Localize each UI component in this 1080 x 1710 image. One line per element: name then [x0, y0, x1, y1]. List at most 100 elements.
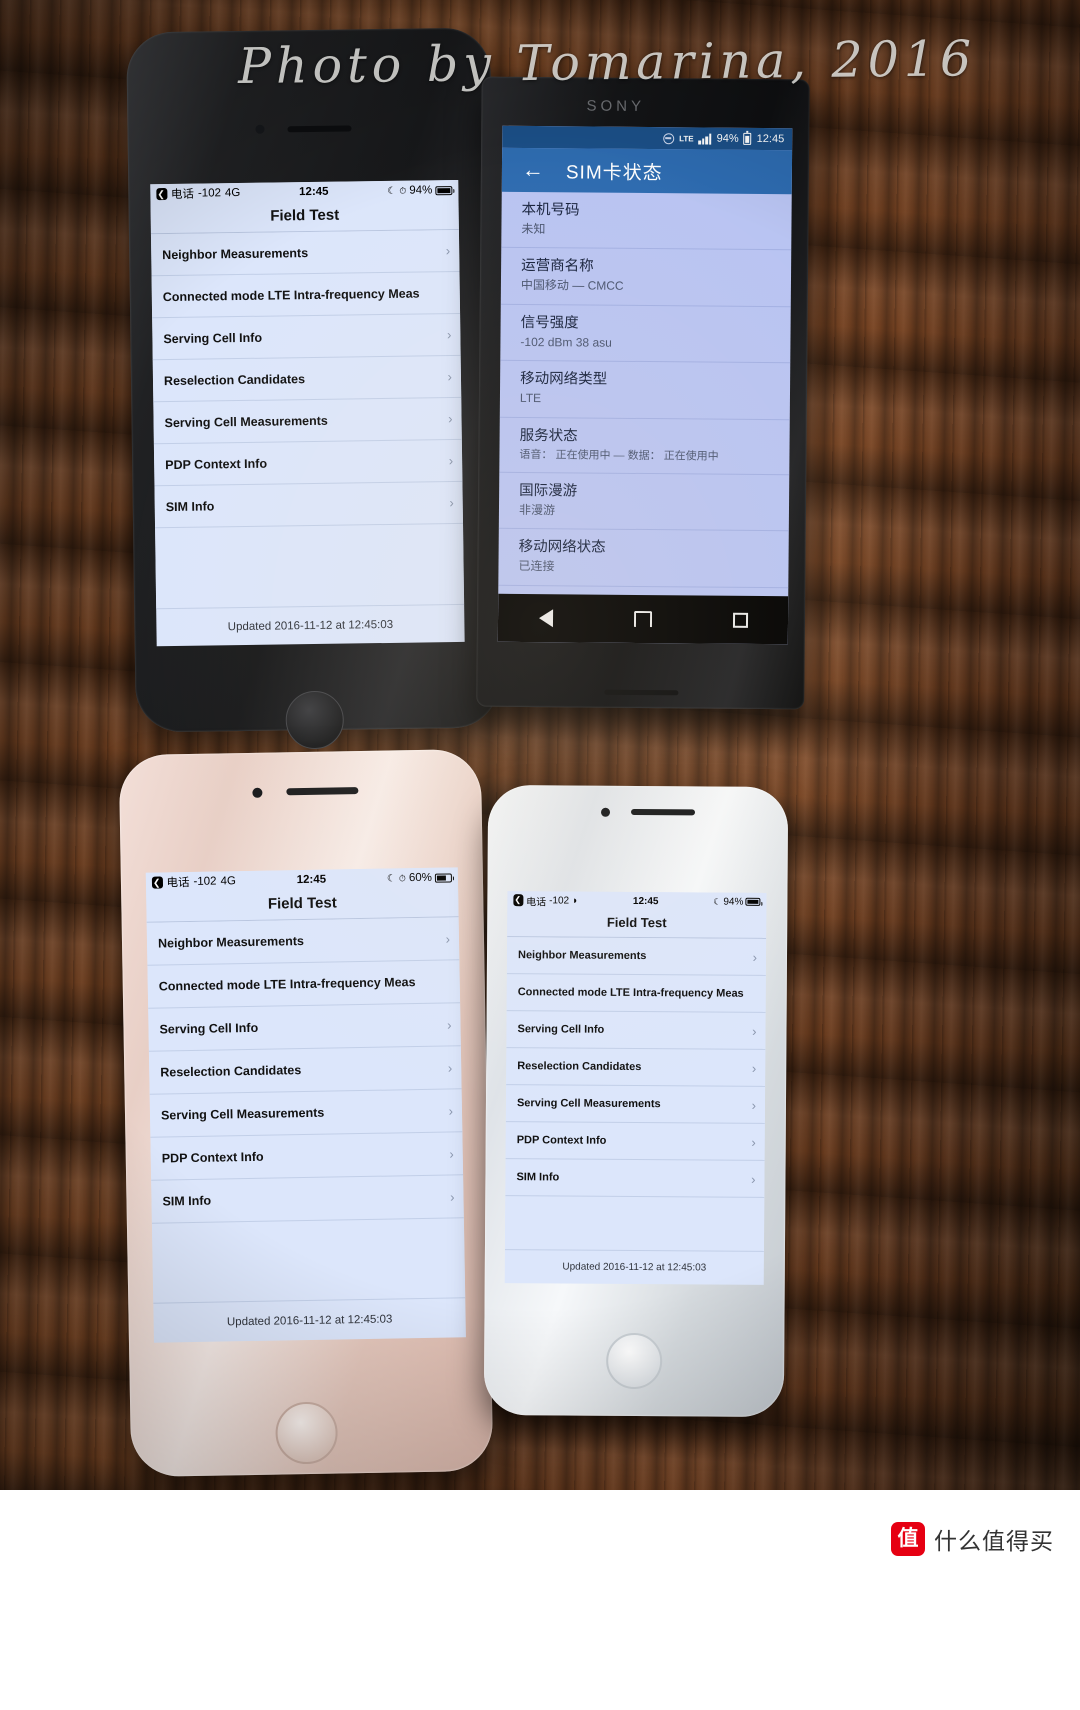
- front-camera: [252, 787, 263, 798]
- smzdm-badge-icon: 值: [891, 1522, 925, 1556]
- battery-percent-label: 60%: [408, 871, 433, 885]
- front-camera: [255, 124, 265, 134]
- alarm-clock-icon: ⏱: [399, 185, 407, 196]
- list-item[interactable]: PDP Context Info ›: [150, 1132, 464, 1181]
- list-item[interactable]: PDP Context Info ›: [505, 1122, 765, 1161]
- list-item[interactable]: Serving Cell Measurements ›: [505, 1085, 766, 1124]
- list-item[interactable]: PDP Context Info ›: [153, 439, 463, 487]
- list-item[interactable]: Serving Cell Info ›: [506, 1011, 766, 1050]
- list-item[interactable]: Connected mode LTE Intra-frequency Meas: [147, 960, 461, 1009]
- list-item[interactable]: Serving Cell Measurements ›: [153, 397, 462, 445]
- back-icon[interactable]: ❮: [151, 876, 163, 889]
- back-triangle-icon[interactable]: [538, 609, 553, 628]
- list-item[interactable]: 本机号码 未知: [501, 191, 792, 251]
- sony-brand-logo: SONY: [586, 97, 646, 116]
- list-item-label: PDP Context Info: [165, 456, 268, 472]
- status-bar-clock: 12:45: [299, 185, 329, 199]
- signal-dbm-value: -102: [197, 187, 222, 200]
- list-item[interactable]: SIM Info ›: [154, 481, 464, 529]
- list-item[interactable]: Reselection Candidates ›: [506, 1048, 766, 1087]
- list-item-label: PDP Context Info: [516, 1134, 607, 1147]
- field-test-list: Neighbor Measurements › Connected mode L…: [150, 229, 465, 609]
- screen-top-left[interactable]: ❮ 电话 -102 4G 12:45 ☾ ⏱ 94% Field Test Ne…: [150, 179, 465, 647]
- earpiece-speaker: [604, 689, 679, 696]
- list-item-label: SIM Info: [516, 1171, 560, 1184]
- list-item[interactable]: 移动网络状态 已连接: [498, 529, 789, 589]
- list-item[interactable]: Connected mode LTE Intra-frequency Meas: [506, 974, 766, 1013]
- network-type-label: 4G: [224, 186, 241, 200]
- list-item-label: Serving Cell Measurements: [164, 413, 328, 430]
- list-item[interactable]: 运营商名称 中国移动 — CMCC: [500, 248, 792, 308]
- list-item-label: 服务状态: [519, 427, 578, 445]
- chevron-right-icon: ›: [751, 1134, 756, 1150]
- updated-timestamp: Updated 2016-11-12 at 12:45:03: [504, 1249, 764, 1285]
- list-item[interactable]: Reselection Candidates ›: [152, 355, 462, 403]
- lte-label: LTE: [679, 133, 694, 143]
- list-item-value: -102 dBm 38 asu: [520, 334, 612, 350]
- phone-top-left-iphone[interactable]: ❮ 电话 -102 4G 12:45 ☾ ⏱ 94% Field Test Ne…: [126, 27, 500, 750]
- list-item-value: LTE: [519, 391, 542, 406]
- status-bar-clock: 12:45: [632, 895, 659, 907]
- home-icon[interactable]: [633, 610, 652, 628]
- page-title: Field Test: [507, 909, 767, 939]
- list-item[interactable]: Serving Cell Info ›: [148, 1003, 461, 1052]
- list-item[interactable]: Serving Cell Measurements ›: [149, 1089, 463, 1138]
- list-item[interactable]: SIM Info ›: [505, 1159, 765, 1198]
- app-bar-title: SIM卡状态: [565, 161, 663, 184]
- list-item[interactable]: 国际漫游 非漫游: [498, 472, 790, 532]
- battery-icon: [743, 132, 752, 145]
- list-item[interactable]: Neighbor Measurements ›: [506, 937, 767, 976]
- wooden-table-background: ❮ 电话 -102 4G 12:45 ☾ ⏱ 94% Field Test Ne…: [0, 0, 1080, 1490]
- list-item-label: Neighbor Measurements: [157, 934, 304, 951]
- home-button[interactable]: [285, 690, 345, 750]
- phone-bottom-left-iphone[interactable]: ❮ 电话 -102 4G 12:45 ☾ ⏱ 60% Field Test Ne…: [118, 748, 494, 1478]
- signal-dbm-value: -102: [193, 875, 217, 888]
- back-icon[interactable]: ❮: [513, 894, 524, 907]
- back-icon[interactable]: ❮: [156, 188, 168, 201]
- list-item[interactable]: Neighbor Measurements ›: [150, 229, 460, 277]
- battery-percent-label: 94%: [409, 184, 433, 197]
- list-item[interactable]: SIM Info ›: [151, 1175, 464, 1224]
- sim-status-list: 本机号码 未知 运营商名称 中国移动 — CMCC 信号强度 -102 dBm …: [498, 191, 792, 597]
- list-item-label: Serving Cell Measurements: [160, 1105, 325, 1123]
- screen-bottom-left[interactable]: ❮ 电话 -102 4G 12:45 ☾ ⏱ 60% Field Test Ne…: [145, 867, 466, 1343]
- list-item-label: Reselection Candidates: [163, 371, 306, 388]
- recents-square-icon[interactable]: [732, 612, 748, 628]
- list-item-label: 移动网络类型: [520, 371, 608, 388]
- phone-bottom-right-iphone[interactable]: ❮ 电话 -102 ◗ 12:45 ☾ 94% Field Test Neigh…: [483, 784, 789, 1418]
- list-item-label: Connected mode LTE Intra-frequency Meas: [158, 975, 416, 994]
- do-not-disturb-moon-icon: ☾: [386, 872, 396, 885]
- list-item[interactable]: Serving Cell Info ›: [152, 313, 461, 361]
- list-item[interactable]: Reselection Candidates ›: [148, 1046, 462, 1095]
- chevron-right-icon: ›: [446, 327, 452, 343]
- list-item[interactable]: 服务状态 语音： 正在使用中 — 数据： 正在使用中: [499, 417, 790, 476]
- chevron-right-icon: ›: [449, 1145, 454, 1162]
- home-button[interactable]: [605, 1332, 663, 1390]
- battery-icon: [434, 872, 452, 883]
- back-arrow-icon[interactable]: ←: [522, 157, 544, 182]
- screen-bottom-right[interactable]: ❮ 电话 -102 ◗ 12:45 ☾ 94% Field Test Neigh…: [504, 891, 767, 1285]
- list-item[interactable]: Connected mode LTE Intra-frequency Meas: [151, 271, 461, 319]
- list-item-value: 语音： 正在使用中 — 数据： 正在使用中: [519, 448, 719, 463]
- list-item[interactable]: 移动网络类型 LTE: [499, 361, 791, 421]
- carrier-label: 电话: [170, 188, 195, 201]
- list-item[interactable]: Neighbor Measurements ›: [146, 917, 460, 966]
- mute-icon: [663, 132, 675, 144]
- list-item-label: Neighbor Measurements: [162, 245, 309, 262]
- screen-sony-android[interactable]: LTE 94% 12:45 ← SIM卡状态 本机号码 未知 运营商名称 中国移…: [497, 125, 793, 645]
- earpiece-speaker: [286, 787, 359, 796]
- earpiece-speaker: [630, 808, 696, 816]
- list-item-label: 国际漫游: [519, 482, 578, 500]
- chevron-right-icon: ›: [447, 1016, 452, 1033]
- do-not-disturb-moon-icon: ☾: [387, 185, 397, 197]
- android-nav-bar: [497, 593, 789, 645]
- list-item[interactable]: 信号强度 -102 dBm 38 asu: [500, 304, 791, 364]
- list-item-label: Neighbor Measurements: [517, 949, 647, 963]
- phone-sony-android[interactable]: SONY LTE 94% 12:45 ← SIM卡状态 本机号码 未知 运营商名…: [476, 76, 810, 710]
- chevron-right-icon: ›: [751, 1171, 756, 1187]
- battery-icon: [435, 185, 453, 195]
- list-item-value: 非漫游: [518, 502, 556, 517]
- list-item-label: Serving Cell Measurements: [516, 1097, 661, 1111]
- chevron-right-icon: ›: [449, 495, 454, 511]
- field-test-list: Neighbor Measurements › Connected mode L…: [146, 917, 466, 1303]
